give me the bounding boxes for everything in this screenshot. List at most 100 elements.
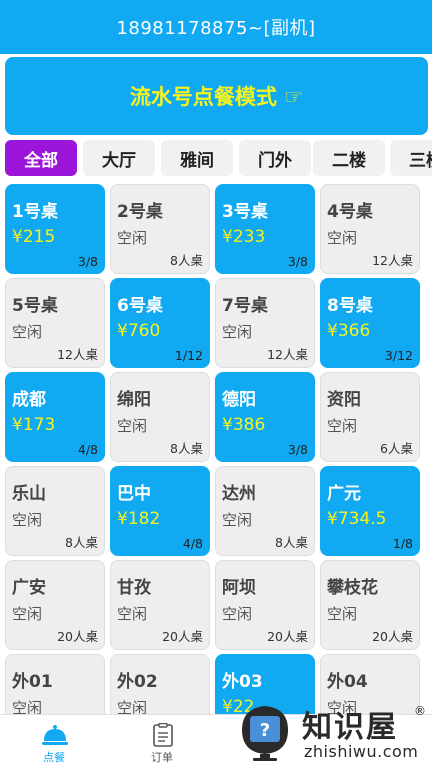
table-capacity: 8人桌	[275, 535, 308, 550]
table-capacity: 4/8	[182, 536, 203, 551]
table-name: 3号桌	[222, 202, 268, 222]
tab-private-room[interactable]: 雅间	[161, 140, 233, 176]
table-amount: ¥386	[222, 415, 266, 435]
table-card[interactable]: 广元 ¥734.5 1/8	[320, 466, 420, 556]
mode-banner-label: 流水号点餐模式 ☞	[129, 85, 304, 109]
app-header: 18981178875~[副机]	[0, 0, 432, 54]
table-status: 空闲	[327, 417, 358, 435]
table-name: 广安	[12, 578, 46, 598]
table-name: 成都	[12, 390, 46, 410]
table-capacity: 20人桌	[372, 629, 413, 644]
table-status: 空闲	[327, 605, 358, 623]
tab-outside[interactable]: 门外	[239, 140, 311, 176]
table-card[interactable]: 巴中 ¥182 4/8	[110, 466, 210, 556]
tab-second-floor[interactable]: 二楼	[313, 140, 385, 176]
table-amount: ¥233	[222, 227, 266, 247]
table-card[interactable]: 绵阳空闲 8人桌	[110, 372, 210, 462]
table-card[interactable]: 广安空闲 20人桌	[5, 560, 105, 650]
table-status: 空闲	[117, 417, 148, 435]
table-name: 巴中	[117, 484, 151, 504]
table-name: 绵阳	[117, 390, 151, 410]
table-status: 空闲	[12, 511, 43, 529]
table-card[interactable]: 达州空闲 8人桌	[215, 466, 315, 556]
table-capacity: 8人桌	[170, 253, 203, 268]
table-card[interactable]: 1号桌 ¥215 3/8	[5, 184, 105, 274]
tab-label: 三楼	[409, 150, 432, 171]
serial-order-mode-button[interactable]: 流水号点餐模式 ☞	[5, 57, 428, 135]
tab-label: 门外	[258, 150, 292, 171]
table-capacity: 1/8	[392, 536, 413, 551]
table-capacity: 20人桌	[57, 629, 98, 644]
header-title: 18981178875~[副机]	[116, 18, 316, 39]
table-capacity: 1/12	[174, 348, 203, 363]
table-name: 7号桌	[222, 296, 268, 316]
table-status: 空闲	[12, 605, 43, 623]
table-card[interactable]: 2号桌空闲 8人桌	[110, 184, 210, 274]
table-capacity: 12人桌	[57, 347, 98, 362]
nav-orders[interactable]: 订单	[108, 715, 216, 768]
table-name: 外04	[327, 672, 368, 692]
tab-label: 雅间	[180, 150, 214, 171]
table-name: 乐山	[12, 484, 46, 504]
table-card[interactable]: 成都 ¥173 4/8	[5, 372, 105, 462]
table-name: 外01	[12, 672, 53, 692]
table-capacity: 6人桌	[380, 441, 413, 456]
table-name: 攀枝花	[327, 578, 378, 598]
table-name: 5号桌	[12, 296, 58, 316]
tab-third-floor[interactable]: 三楼	[390, 140, 432, 176]
area-tabs: 全部 大厅 雅间 门外 二楼 三楼	[0, 140, 432, 176]
table-card[interactable]: 攀枝花空闲 20人桌	[320, 560, 420, 650]
table-name: 6号桌	[117, 296, 163, 316]
watermark-title: 知识屋	[302, 710, 398, 745]
tab-label: 全部	[24, 150, 58, 171]
cloche-icon	[42, 725, 68, 745]
table-card[interactable]: 6号桌 ¥760 1/12	[110, 278, 210, 368]
tab-label: 大厅	[102, 150, 136, 171]
table-capacity: 8人桌	[170, 441, 203, 456]
table-amount: ¥182	[117, 509, 161, 529]
table-amount: ¥215	[12, 227, 56, 247]
table-name: 达州	[222, 484, 256, 504]
nav-order-food[interactable]: 点餐	[0, 715, 108, 768]
table-amount: ¥173	[12, 415, 56, 435]
table-card[interactable]: 7号桌 空闲 12人桌	[215, 278, 315, 368]
table-card[interactable]: 外02 空闲	[110, 654, 210, 714]
table-name: 德阳	[222, 390, 256, 410]
table-status: 空闲	[222, 605, 253, 623]
table-card[interactable]: 3号桌 ¥233 3/8	[215, 184, 315, 274]
table-grid: 1号桌 ¥215 3/8 2号桌 空闲 8人桌 3号桌 ¥233 3/8 4号桌 空闲 12人桌 5号桌…	[0, 184, 432, 714]
table-card[interactable]: 阿坝空闲 20人桌	[215, 560, 315, 650]
nav-label: 点餐	[43, 751, 65, 764]
table-card[interactable]: 资阳 空闲 6人桌	[320, 372, 420, 462]
table-card[interactable]: 乐山 空闲 8人桌	[5, 466, 105, 556]
table-name: 阿坝	[222, 578, 256, 598]
table-card[interactable]: 甘孜 空闲 20人桌	[110, 560, 210, 650]
table-capacity: 3/8	[287, 442, 308, 457]
table-capacity: 4/8	[77, 442, 98, 457]
table-name: 外03	[222, 672, 263, 692]
table-status: 空闲	[222, 511, 253, 529]
table-amount: ¥760	[117, 321, 161, 341]
tab-label: 二楼	[332, 150, 366, 171]
table-name: 甘孜	[117, 578, 151, 598]
table-name: 广元	[327, 484, 361, 504]
table-status: 空闲	[327, 229, 358, 247]
tab-hall[interactable]: 大厅	[83, 140, 155, 176]
table-capacity: 20人桌	[267, 629, 308, 644]
table-capacity: 3/8	[77, 254, 98, 269]
table-status: 空闲	[12, 323, 43, 341]
help-monitor-icon: ?	[242, 706, 288, 761]
table-name: 外02	[117, 672, 158, 692]
table-card[interactable]: 5号桌空闲 12人桌	[5, 278, 105, 368]
table-status: 空闲	[117, 229, 148, 247]
tab-all[interactable]: 全部	[5, 140, 77, 176]
table-status: 空闲	[117, 605, 148, 623]
table-card[interactable]: 4号桌 空闲 12人桌	[320, 184, 420, 274]
table-card[interactable]: 德阳 ¥386 3/8	[215, 372, 315, 462]
table-name: 2号桌	[117, 202, 163, 222]
table-capacity: 3/8	[287, 254, 308, 269]
table-card[interactable]: 8号桌 ¥366 3/12	[320, 278, 420, 368]
table-card[interactable]: 外01 空闲	[5, 654, 105, 714]
table-status: 空闲	[12, 699, 43, 714]
table-status: 空闲	[222, 323, 253, 341]
